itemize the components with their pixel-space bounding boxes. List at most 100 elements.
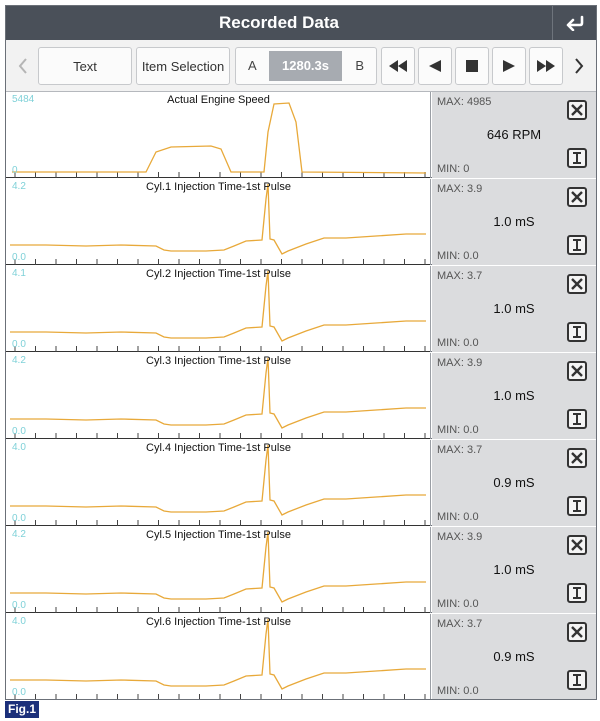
y-axis-min-label: 0.0: [12, 687, 26, 698]
range-b-label[interactable]: B: [355, 48, 364, 84]
channel-title: Cyl.5 Injection Time-1st Pulse: [146, 529, 291, 541]
remove-channel-button[interactable]: [567, 361, 587, 381]
time-range-selector[interactable]: A 1280.3s B: [235, 47, 377, 85]
scale-button[interactable]: [567, 409, 587, 429]
close-icon: [571, 104, 583, 116]
trace-line: [10, 618, 426, 690]
channel-title: Cyl.1 Injection Time-1st Pulse: [146, 181, 291, 193]
rewind-button[interactable]: [381, 47, 415, 85]
channel-graph[interactable]: 4.0 0.0 Cyl.6 Injection Time-1st Pulse: [6, 614, 431, 699]
max-label: MAX: 3.9: [437, 531, 483, 543]
play-icon: [503, 60, 515, 72]
range-a-label[interactable]: A: [248, 48, 257, 84]
channel-title: Actual Engine Speed: [167, 94, 270, 106]
back-button[interactable]: [552, 6, 596, 40]
channel-title: Cyl.3 Injection Time-1st Pulse: [146, 355, 291, 367]
channel-info-panel: MAX: 4985 646 RPM MIN: 0: [432, 92, 596, 178]
close-icon: [571, 278, 583, 290]
y-axis-min-label: 0.0: [12, 426, 26, 437]
max-label: MAX: 4985: [437, 96, 492, 108]
channel-graph[interactable]: 4.2 0.0 Cyl.5 Injection Time-1st Pulse: [6, 527, 431, 613]
channel-graph[interactable]: 5484 0 Actual Engine Speed: [6, 92, 431, 178]
trace-line: [10, 357, 426, 429]
channel-graph[interactable]: 4.1 0.0 Cyl.2 Injection Time-1st Pulse: [6, 266, 431, 352]
time-value: 1280.3s: [269, 51, 342, 81]
min-label: MIN: 0.0: [437, 511, 479, 523]
min-label: MIN: 0.0: [437, 337, 479, 349]
max-label: MAX: 3.7: [437, 270, 483, 282]
min-label: MIN: 0.0: [437, 250, 479, 262]
fast-forward-icon: [537, 60, 555, 72]
scale-button[interactable]: [567, 496, 587, 516]
scale-button[interactable]: [567, 322, 587, 342]
trace-line: [10, 531, 426, 603]
channel-list: 5484 0 Actual Engine Speed MAX: 4985 646 RPM…: [6, 92, 596, 699]
scale-icon: [573, 674, 581, 686]
channel-row: 4.2 0.0 Cyl.3 Injection Time-1st Pulse MAX:…: [6, 353, 596, 439]
y-axis-min-label: 0.0: [12, 600, 26, 611]
channel-info-panel: MAX: 3.9 1.0 mS MIN: 0.0: [432, 353, 596, 439]
trace-line: [12, 102, 427, 174]
play-reverse-icon: [429, 60, 441, 72]
min-label: MIN: 0: [437, 163, 470, 175]
prev-page-button[interactable]: [10, 47, 36, 85]
play-button[interactable]: [492, 47, 526, 85]
max-label: MAX: 3.9: [437, 357, 483, 369]
scale-icon: [573, 326, 581, 338]
trace-line: [10, 444, 426, 516]
channel-title: Cyl.6 Injection Time-1st Pulse: [146, 616, 291, 628]
close-icon: [571, 365, 583, 377]
current-value: 1.0 mS: [493, 388, 535, 403]
title-bar: Recorded Data: [6, 6, 596, 40]
close-icon: [571, 191, 583, 203]
channel-row: 4.0 0.0 Cyl.4 Injection Time-1st Pulse MAX:…: [6, 440, 596, 526]
remove-channel-button[interactable]: [567, 187, 587, 207]
stop-button[interactable]: [455, 47, 489, 85]
close-icon: [571, 626, 583, 638]
remove-channel-button[interactable]: [567, 274, 587, 294]
channel-info-panel: MAX: 3.7 1.0 mS MIN: 0.0: [432, 266, 596, 352]
recorded-data-window: Recorded Data Text Item Selection A 1280…: [5, 5, 597, 700]
item-selection-button[interactable]: Item Selection: [136, 47, 230, 85]
close-icon: [571, 539, 583, 551]
scale-icon: [573, 152, 581, 164]
scale-button[interactable]: [567, 235, 587, 255]
y-axis-min-label: 0.0: [12, 252, 26, 263]
figure-label: Fig.1: [5, 701, 40, 718]
max-label: MAX: 3.9: [437, 183, 483, 195]
remove-channel-button[interactable]: [567, 448, 587, 468]
next-page-button[interactable]: [566, 47, 592, 85]
scale-button[interactable]: [567, 583, 587, 603]
channel-graph[interactable]: 4.0 0.0 Cyl.4 Injection Time-1st Pulse: [6, 440, 431, 526]
scale-button[interactable]: [567, 670, 587, 690]
trace-line: [10, 183, 426, 255]
stop-icon: [466, 60, 478, 72]
current-value: 0.9 mS: [493, 649, 535, 664]
min-label: MIN: 0.0: [437, 598, 479, 610]
scale-icon: [573, 587, 581, 599]
fast-forward-button[interactable]: [529, 47, 563, 85]
channel-row: 5484 0 Actual Engine Speed MAX: 4985 646 RPM…: [6, 92, 596, 178]
current-value: 1.0 mS: [493, 214, 535, 229]
step-back-button[interactable]: [418, 47, 452, 85]
remove-channel-button[interactable]: [567, 622, 587, 642]
channel-info-panel: MAX: 3.9 1.0 mS MIN: 0.0: [432, 527, 596, 613]
remove-channel-button[interactable]: [567, 100, 587, 120]
y-axis-min-label: 0.0: [12, 513, 26, 524]
scale-icon: [573, 413, 581, 425]
channel-graph[interactable]: 4.2 0.0 Cyl.3 Injection Time-1st Pulse: [6, 353, 431, 439]
chevron-right-icon: [575, 58, 584, 74]
close-icon: [571, 452, 583, 464]
current-value: 1.0 mS: [493, 301, 535, 316]
channel-info-panel: MAX: 3.9 1.0 mS MIN: 0.0: [432, 179, 596, 265]
scale-icon: [573, 500, 581, 512]
current-value: 646 RPM: [486, 127, 542, 142]
remove-channel-button[interactable]: [567, 535, 587, 555]
scale-button[interactable]: [567, 148, 587, 168]
page-title: Recorded Data: [219, 13, 339, 32]
text-button[interactable]: Text: [38, 47, 132, 85]
chevron-left-icon: [18, 58, 27, 74]
channel-graph[interactable]: 4.2 0.0 Cyl.1 Injection Time-1st Pulse: [6, 179, 431, 265]
channel-info-panel: MAX: 3.7 0.9 mS MIN: 0.0: [432, 614, 596, 699]
current-value: 0.9 mS: [493, 475, 535, 490]
